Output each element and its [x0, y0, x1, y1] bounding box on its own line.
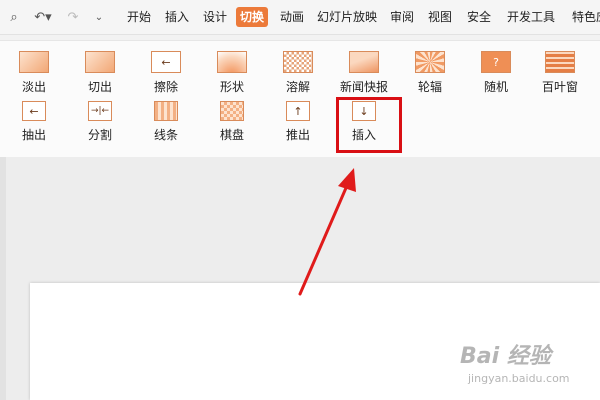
effect-newsflash[interactable]: 新闻快报	[336, 51, 392, 103]
effect-label: 线条	[153, 128, 178, 142]
effect-split[interactable]: →|← 分割	[72, 101, 128, 153]
cut-icon	[85, 51, 119, 77]
tab-animation[interactable]: 动画	[280, 8, 304, 26]
tab-view[interactable]: 视图	[428, 8, 452, 26]
thumbnail-strip[interactable]	[0, 157, 6, 400]
effect-label: 棋盘	[219, 128, 244, 142]
effect-blinds[interactable]: 百叶窗	[532, 51, 588, 103]
effect-checkerboard[interactable]: 棋盘	[204, 101, 260, 153]
wipe-icon: ←	[151, 51, 181, 73]
watermark-brand: Bai 经验	[460, 344, 551, 369]
print-preview-icon[interactable]: ⌕	[6, 8, 22, 26]
dissolve-icon	[283, 51, 313, 73]
split-icon: →|←	[88, 101, 112, 121]
blinds-icon	[545, 51, 575, 73]
highlight-box	[336, 97, 402, 153]
effect-dissolve[interactable]: 溶解	[270, 51, 326, 103]
effect-label: 抽出	[21, 128, 46, 142]
tab-review[interactable]: 审阅	[390, 8, 414, 26]
pull-icon: ←	[22, 101, 46, 121]
undo-icon[interactable]: ↶▾	[32, 8, 54, 26]
effect-random[interactable]: ? 随机	[468, 51, 524, 103]
effect-label: 分割	[87, 128, 112, 142]
effect-label: 擦除	[153, 80, 178, 94]
newsflash-icon	[349, 51, 379, 73]
effect-label: 百叶窗	[541, 80, 578, 94]
effect-push[interactable]: ↑ 推出	[270, 101, 326, 153]
random-icon: ?	[481, 51, 511, 73]
effect-fade[interactable]: 淡出	[6, 51, 62, 103]
fade-icon	[19, 51, 53, 77]
effect-lines[interactable]: 线条	[138, 101, 194, 153]
effect-label: 溶解	[285, 80, 310, 94]
watermark-url: jingyan.baidu.com	[468, 372, 570, 385]
effect-label: 切出	[87, 80, 112, 94]
watermark: Bai 经验 jingyan.baidu.com	[456, 338, 596, 394]
tab-developer[interactable]: 开发工具	[507, 8, 555, 26]
effect-wheel[interactable]: 轮辐	[402, 51, 458, 103]
tab-features[interactable]: 特色应	[572, 8, 600, 26]
effect-label: 轮辐	[417, 80, 442, 94]
lines-icon	[154, 101, 178, 121]
tab-home[interactable]: 开始	[127, 8, 151, 26]
effect-label: 随机	[483, 80, 508, 94]
effect-wipe[interactable]: ← 擦除	[138, 51, 194, 103]
tab-slideshow[interactable]: 幻灯片放映	[317, 8, 377, 26]
wheel-icon	[415, 51, 445, 73]
tab-design[interactable]: 设计	[203, 8, 227, 26]
push-icon: ↑	[286, 101, 310, 121]
effect-label: 新闻快报	[339, 80, 388, 94]
effect-label: 推出	[285, 128, 310, 142]
effect-label: 淡出	[21, 80, 46, 94]
tab-transitions[interactable]: 切换	[236, 7, 269, 27]
transition-ribbon: 淡出 切出 ← 擦除 形状 溶解 新闻快报 轮辐 ? 随机 百叶窗 ← 抽出 →…	[0, 40, 600, 158]
effect-cut[interactable]: 切出	[72, 51, 128, 103]
effect-shape[interactable]: 形状	[204, 51, 260, 103]
checkerboard-icon	[220, 101, 244, 121]
customize-toolbar-icon[interactable]: ⌄	[92, 8, 106, 26]
effect-label: 形状	[219, 80, 244, 94]
tab-security[interactable]: 安全	[467, 8, 491, 26]
menu-bar: ⌕ ↶▾ ↷ ⌄ 开始 插入 设计 切换 动画 幻灯片放映 审阅 视图 安全 开…	[0, 0, 600, 35]
redo-icon[interactable]: ↷	[64, 8, 82, 26]
effect-pull[interactable]: ← 抽出	[6, 101, 62, 153]
shape-icon	[217, 51, 247, 73]
tab-insert[interactable]: 插入	[165, 8, 189, 26]
